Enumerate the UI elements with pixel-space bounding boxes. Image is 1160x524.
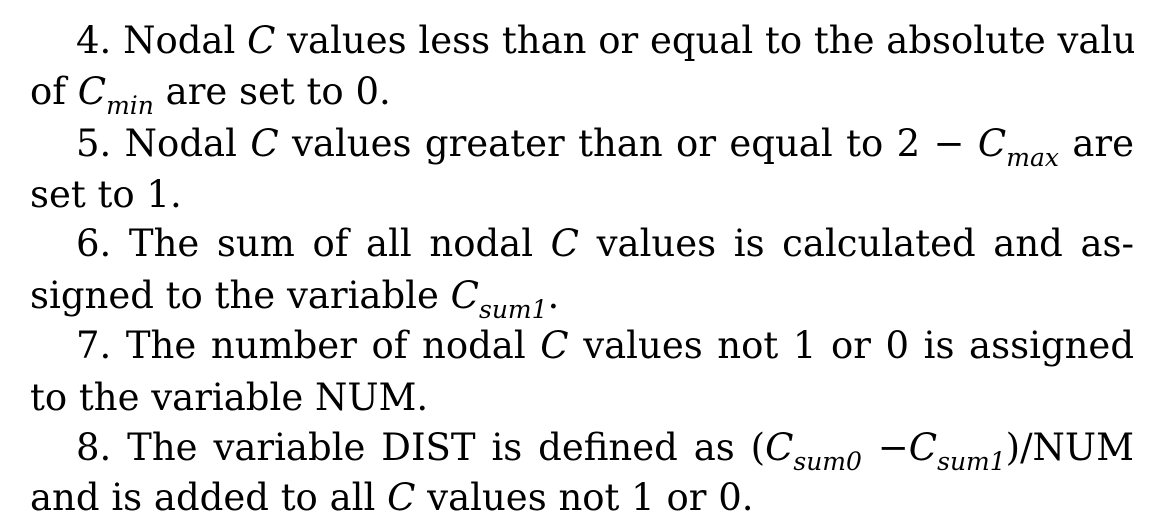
item-6-text: values is calculated and as- [596,222,1134,265]
item-8-line-1: 8. The variable DIST is defined as (Csum… [76,422,1134,474]
item-6-line-1: 6. The sum of all nodal C values is calc… [76,218,1134,270]
item-4-line-1: 4. Nodal C values less than or equal to … [76,15,1134,67]
item-4-symbol-cmin: C [77,70,107,113]
item-4-text: values less than or equal to the absolut… [287,19,1134,62]
item-8-operator: − [861,426,909,469]
item-7-lead: 7. The number of nodal [76,324,526,367]
item-8-symbol-csum0-subscript: sum0 [793,447,862,474]
item-5-line-1: 5. Nodal C values greater than or equal … [76,118,1134,170]
item-6-cont-pre: signed to the variable [30,274,439,317]
item-8-symbol-csum1-subscript: sum1 [937,447,1006,474]
item-4-cont-pre: of [30,70,66,113]
item-8-lead: 8. The variable DIST is defined as ( [76,426,766,469]
item-5-symbol-c: C [250,122,279,165]
item-8-tail: )/NUM [1005,426,1134,469]
item-5-cont: set to 1. [30,173,182,216]
item-8-symbol-csum0: C [765,426,794,469]
item-6-symbol-csum1-subscript: sum1 [478,295,548,322]
item-7-symbol-c: C [540,324,569,367]
item-5-tail: are [1072,122,1134,165]
item-7-line-2: to the variable NUM. [30,372,1134,424]
item-4-symbol-cmin-subscript: min [106,91,154,118]
item-4-line-2: of Cmin are set to 0. [30,66,1134,118]
item-8-cont-pre: and is added to all [30,476,376,519]
item-6-cont-post: . [547,274,560,317]
item-6-symbol-csum1: C [450,274,479,317]
item-4-lead: 4. Nodal [76,19,236,62]
item-8-cont-post: values not 1 or 0. [427,476,754,519]
document-page: 4. Nodal C values less than or equal to … [0,0,1160,522]
item-5-symbol-cmax-subscript: max [1006,143,1059,170]
item-5-symbol-cmax: C [977,122,1007,165]
item-5-line-2: set to 1. [30,169,1134,221]
item-8-symbol-c: C [387,476,416,519]
item-7-cont: to the variable NUM. [30,376,429,419]
item-4-cont-post: are set to 0. [165,70,391,113]
item-5-lead: 5. Nodal [76,122,237,165]
item-8-symbol-csum1: C [908,426,938,469]
item-4-symbol-c: C [247,19,276,62]
item-6-line-2: signed to the variable Csum1. [30,270,1134,322]
item-7-line-1: 7. The number of nodal C values not 1 or… [76,320,1134,372]
item-7-text: values not 1 or 0 is assigned [583,324,1134,367]
item-8-line-2: and is added to all C values not 1 or 0. [30,472,1134,524]
item-6-lead: 6. The sum of all nodal [76,222,534,265]
item-5-text: values greater than or equal to 2 − [292,122,965,165]
item-6-symbol-c: C [550,222,579,265]
